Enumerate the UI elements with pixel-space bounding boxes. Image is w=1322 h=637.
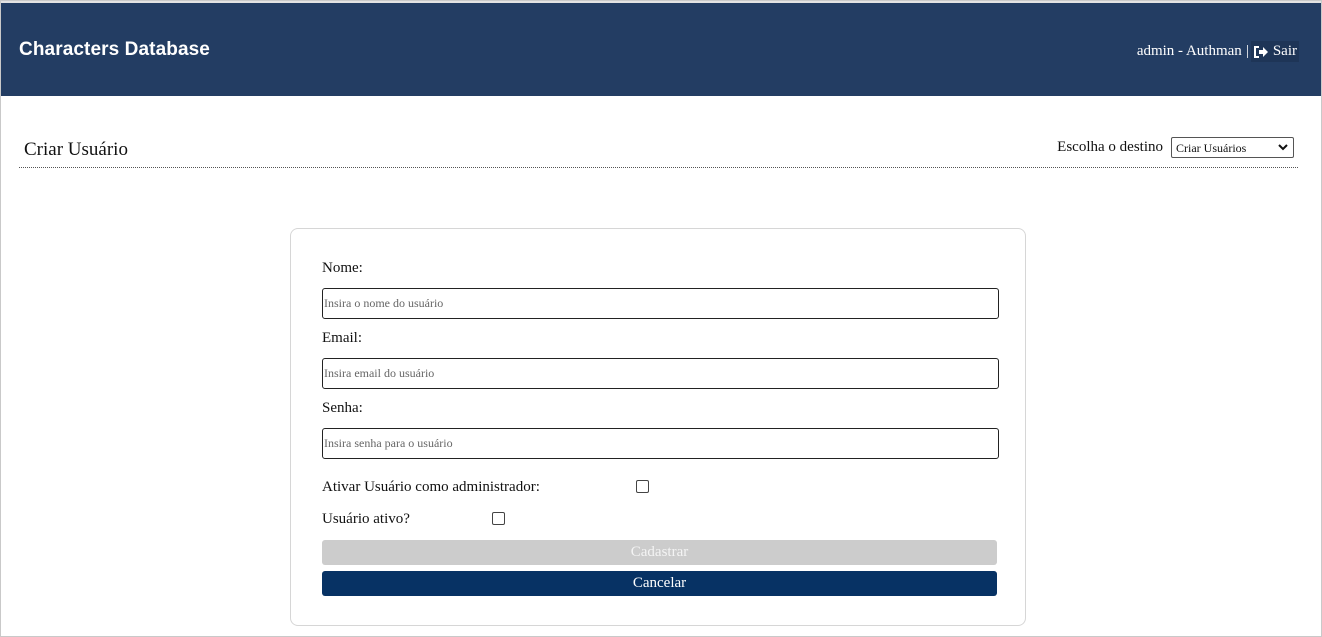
separator: |	[1245, 43, 1249, 59]
top-header: Characters Database admin - Authman | Sa…	[1, 1, 1321, 96]
active-checkbox[interactable]	[492, 512, 505, 525]
password-input[interactable]	[322, 428, 999, 459]
app-window: Characters Database admin - Authman | Sa…	[0, 0, 1322, 637]
admin-checkbox[interactable]	[636, 480, 649, 493]
destination-selected-value: Criar Usuários	[1176, 141, 1247, 155]
active-label: Usuário ativo?	[322, 511, 410, 527]
password-label: Senha:	[322, 400, 363, 416]
email-input[interactable]	[322, 358, 999, 389]
name-label: Nome:	[322, 260, 363, 276]
user-area: admin - Authman | Sair	[1137, 41, 1299, 62]
destination-area: Escolha o destino Criar Usuários	[1057, 137, 1294, 158]
page-title: Criar Usuário	[24, 139, 128, 160]
email-label: Email:	[322, 330, 362, 346]
active-row: Usuário ativo?	[322, 511, 410, 528]
cancel-button[interactable]: Cancelar	[322, 571, 997, 596]
app-title: Characters Database	[19, 39, 210, 60]
page-heading-row: Criar Usuário Escolha o destino Criar Us…	[19, 134, 1298, 168]
logout-label: Sair	[1272, 43, 1297, 59]
destination-select[interactable]: Criar Usuários	[1171, 137, 1294, 158]
admin-row: Ativar Usuário como administrador:	[322, 479, 540, 496]
destination-label: Escolha o destino	[1057, 139, 1163, 155]
create-user-form: Nome: Email: Senha: Ativar Usuário como …	[290, 228, 1026, 626]
name-input[interactable]	[322, 288, 999, 319]
submit-button[interactable]: Cadastrar	[322, 540, 997, 565]
sign-out-icon	[1253, 45, 1268, 58]
chevron-down-icon	[1278, 144, 1288, 151]
user-name: admin - Authman	[1136, 43, 1242, 59]
admin-label: Ativar Usuário como administrador:	[322, 479, 540, 495]
logout-button[interactable]: Sair	[1250, 41, 1299, 62]
